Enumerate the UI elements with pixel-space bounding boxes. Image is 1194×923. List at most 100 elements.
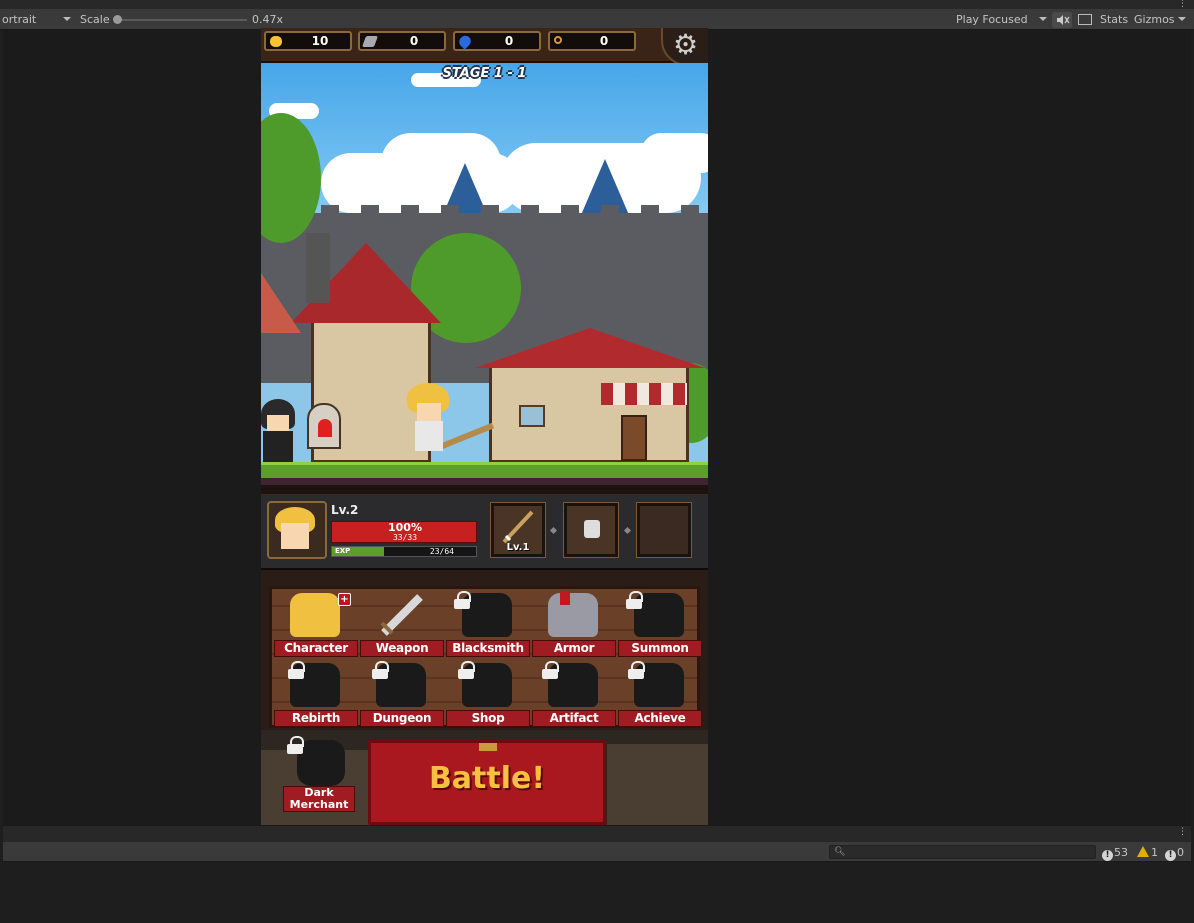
menu-shop-label: Shop — [446, 710, 530, 727]
menu-dungeon-label: Dungeon — [360, 710, 444, 727]
key-value: 0 — [599, 34, 609, 48]
equip-slot-weapon[interactable]: Lv.1 — [490, 502, 546, 558]
menu-summon-button[interactable]: Summon — [618, 591, 702, 657]
console-message-count[interactable]: ! 0 — [1165, 846, 1184, 861]
menu-character-label: Character — [274, 640, 358, 657]
scene-divider — [261, 485, 708, 495]
crenel — [321, 205, 339, 217]
lock-icon — [288, 661, 305, 679]
menu-blacksmith-button[interactable]: Blacksmith — [446, 591, 530, 657]
equip-slot-armor[interactable] — [563, 502, 619, 558]
armor-icon — [584, 520, 600, 538]
lock-icon — [626, 591, 643, 609]
npc-face — [267, 415, 289, 431]
weapon-icon — [380, 594, 423, 636]
menu-achieve-button[interactable]: Achieve — [618, 661, 702, 727]
right-house-roof — [475, 328, 705, 368]
menu-character-button[interactable]: + Character — [274, 591, 358, 657]
dark-merchant-icon — [297, 740, 345, 786]
gem-value: 0 — [504, 34, 514, 48]
gear-icon: ⚙ — [673, 28, 699, 61]
lock-icon — [458, 661, 475, 679]
menu-artifact-button[interactable]: Artifact — [532, 661, 616, 727]
armor-icon — [548, 593, 598, 637]
scale-slider-track[interactable] — [115, 19, 247, 21]
menu-artifact-label: Artifact — [532, 710, 616, 727]
crenel — [601, 205, 619, 217]
menu-achieve-label: Achieve — [618, 710, 702, 727]
menu-dungeon-button[interactable]: Dungeon — [360, 661, 444, 727]
dark-merchant-label: Dark Merchant — [283, 786, 355, 812]
scale-label: Scale — [80, 13, 110, 26]
gold-value: 10 — [311, 34, 329, 48]
battle-button[interactable]: Battle! — [368, 740, 606, 825]
menu-shop-button[interactable]: Shop — [446, 661, 530, 727]
play-mode-chevron-down-icon[interactable] — [1039, 17, 1047, 21]
iron-value: 0 — [409, 34, 419, 48]
resource-iron: 0 — [358, 31, 446, 51]
blue-gem-icon — [456, 33, 474, 50]
crenel — [641, 205, 659, 217]
scale-slider-handle[interactable] — [113, 15, 122, 24]
error-count: 53 — [1114, 846, 1128, 859]
message-count: 0 — [1177, 846, 1184, 859]
door — [621, 415, 647, 461]
console-error-count[interactable]: ! 53 — [1102, 846, 1128, 861]
equip-slot-empty[interactable] — [636, 502, 692, 558]
crenel — [561, 205, 579, 217]
player-portrait[interactable] — [267, 501, 327, 559]
empty-slot-icon — [640, 506, 688, 554]
sword-icon — [502, 510, 534, 544]
slot-separator — [549, 526, 558, 535]
exp-label: EXP — [335, 547, 351, 555]
warning-icon — [1137, 846, 1149, 857]
game-view-menu-icon[interactable]: ⋮ — [1178, 0, 1187, 9]
main-menu: + Character Weapon Blacksmith Armor Summ… — [261, 568, 708, 730]
console-menu-icon[interactable]: ⋮ — [1178, 828, 1187, 837]
menu-weapon-button[interactable]: Weapon — [360, 591, 444, 657]
npc-blacksmith — [261, 399, 295, 463]
resource-gold: 10 — [264, 31, 352, 51]
dark-merchant-button[interactable]: Dark Merchant — [283, 736, 359, 818]
hero-body — [415, 421, 443, 451]
settings-button[interactable]: ⚙ — [661, 28, 708, 66]
console-search-input[interactable]: 🔍︎ — [829, 845, 1096, 859]
battle-label: Battle! — [428, 761, 546, 796]
gizmos-chevron-down-icon[interactable] — [1178, 17, 1186, 21]
lock-icon — [287, 736, 304, 754]
hero-character — [407, 383, 449, 463]
menu-armor-button[interactable]: Armor — [532, 591, 616, 657]
error-icon: ! — [1102, 850, 1113, 861]
gizmos-button[interactable]: Gizmos — [1134, 13, 1175, 26]
crenel — [481, 205, 499, 217]
menu-summon-label: Summon — [618, 640, 702, 657]
character-icon — [290, 593, 340, 637]
hero-sword — [439, 422, 495, 450]
game-screen[interactable]: 10 0 0 0 ⚙ STAGE 1 - 1 Lv.2 100% 33/33 E… — [261, 28, 708, 825]
hp-bar: 100% 33/33 — [331, 521, 477, 543]
crenel — [361, 205, 379, 217]
exp-bar: EXP 23/64 — [331, 546, 477, 557]
rubble — [607, 744, 708, 825]
lock-icon — [628, 661, 645, 679]
crenel — [521, 205, 539, 217]
menu-rebirth-button[interactable]: Rebirth — [274, 661, 358, 727]
window-top-strip — [0, 0, 1194, 9]
play-mode-dropdown[interactable]: Play Focused — [956, 13, 1028, 26]
crenel — [401, 205, 419, 217]
console-tab-strip — [3, 825, 1191, 842]
equip-weapon-level: Lv.1 — [506, 542, 530, 553]
aspect-chevron-down-icon[interactable] — [63, 17, 71, 21]
player-status-bar: Lv.2 100% 33/33 EXP 23/64 Lv.1 — [261, 495, 708, 568]
menu-blacksmith-label: Blacksmith — [446, 640, 530, 657]
chimney — [306, 233, 330, 303]
exp-values: 23/64 — [429, 547, 454, 556]
crenel — [681, 205, 699, 217]
menu-weapon-label: Weapon — [360, 640, 444, 657]
aspect-dropdown[interactable]: ortrait — [2, 13, 36, 26]
mute-audio-button[interactable] — [1052, 12, 1072, 28]
keyboard-shortcuts-icon[interactable] — [1078, 14, 1092, 25]
console-warning-count[interactable]: 1 — [1137, 846, 1158, 859]
gold-coin-icon — [270, 36, 282, 47]
stats-button[interactable]: Stats — [1100, 13, 1128, 26]
